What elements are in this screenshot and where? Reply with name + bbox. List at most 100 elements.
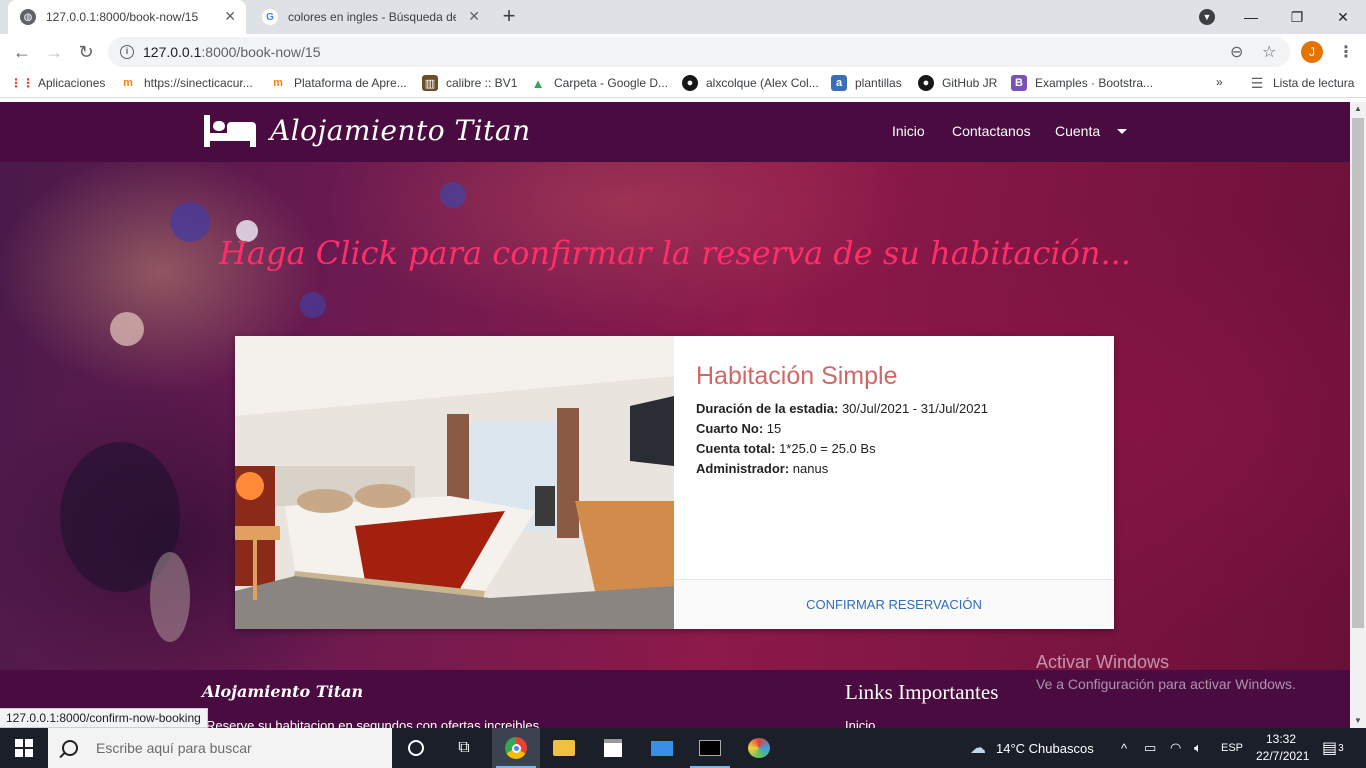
stay-duration-value: 30/Jul/2021 - 31/Jul/2021 bbox=[841, 401, 988, 416]
back-arrow-icon[interactable]: ← bbox=[10, 40, 34, 64]
confirm-reservation-button[interactable]: CONFIRMAR RESERVACIÓN bbox=[674, 579, 1114, 629]
store-icon[interactable] bbox=[589, 728, 637, 768]
tab-title: 127.0.0.1:8000/book-now/15 bbox=[46, 10, 199, 24]
reload-icon[interactable]: ↻ bbox=[74, 40, 98, 64]
bookmark-label: Carpeta - Google D... bbox=[554, 76, 669, 90]
google-drive-icon: ▲ bbox=[531, 75, 545, 91]
volume-icon[interactable]: 🔈︎ bbox=[1194, 728, 1202, 768]
stay-duration-label: Duración de la estadia: bbox=[696, 401, 839, 416]
tab-book-now[interactable]: ◍ 127.0.0.1:8000/book-now/15 ✕ bbox=[8, 0, 246, 34]
bookmark-calibre[interactable]: ▥ calibre :: BV1 bbox=[422, 75, 517, 91]
forward-arrow-icon[interactable]: → bbox=[42, 40, 66, 64]
reading-list[interactable]: ☰ Lista de lectura bbox=[1249, 74, 1355, 91]
brand-name: Alojamiento Titan bbox=[270, 114, 531, 147]
menu-kebab-icon[interactable]: ⋮ bbox=[1338, 42, 1354, 62]
scroll-up-arrow-icon[interactable]: ▲ bbox=[1350, 102, 1366, 116]
show-hidden-icons-chevron-icon[interactable]: ^ bbox=[1121, 728, 1127, 768]
bookmark-label: GitHub JR bbox=[942, 76, 998, 90]
nav-account-dropdown[interactable]: Cuenta bbox=[1055, 123, 1100, 139]
tab-search-icon[interactable]: ▼ bbox=[1184, 0, 1230, 34]
bookmark-plataforma[interactable]: m Plataforma de Apre... bbox=[270, 75, 407, 91]
booking-details: Habitación Simple Duración de la estadia… bbox=[674, 336, 1114, 579]
hero-section: Haga Click para confirmar la reserva de … bbox=[0, 162, 1350, 670]
mail-icon[interactable] bbox=[638, 728, 686, 768]
cortana-icon[interactable] bbox=[392, 728, 440, 768]
tab-google-search[interactable]: G colores en ingles - Búsqueda de Google… bbox=[250, 0, 490, 34]
cloud-rain-icon: ☁ bbox=[970, 740, 986, 757]
room-number-row: Cuarto No: 15 bbox=[696, 419, 1092, 439]
taskbar-search[interactable]: Escribe aquí para buscar bbox=[48, 728, 392, 768]
bookmark-github-jr[interactable]: ● GitHub JR bbox=[918, 75, 997, 91]
bookmark-plantillas[interactable]: a plantillas bbox=[831, 75, 902, 91]
site-brand[interactable]: Alojamiento Titan bbox=[204, 114, 531, 147]
profile-avatar[interactable]: J bbox=[1301, 41, 1323, 63]
tab-title: colores en ingles - Búsqueda de Google bbox=[288, 10, 456, 24]
minimize-icon[interactable]: — bbox=[1228, 0, 1274, 34]
task-view-icon[interactable]: ⧉ bbox=[440, 728, 488, 768]
nav-home-link[interactable]: Inicio bbox=[892, 123, 925, 139]
scroll-down-arrow-icon[interactable]: ▼ bbox=[1350, 714, 1366, 728]
more-bookmarks-chevron-icon[interactable]: » bbox=[1216, 75, 1223, 89]
bookmark-label: Examples · Bootstra... bbox=[1035, 76, 1154, 90]
apps-grid-icon: ⋮⋮ bbox=[10, 76, 34, 90]
notification-count: 3 bbox=[1338, 742, 1344, 754]
room-number-value: 15 bbox=[766, 421, 782, 436]
site-navbar: Alojamiento Titan Inicio Contactanos Cue… bbox=[0, 102, 1350, 162]
page-scrollbar[interactable]: ▲ ▼ bbox=[1350, 102, 1366, 728]
url-text[interactable]: 127.0.0.1:8000/book-now/15 bbox=[143, 44, 320, 60]
activation-watermark-title: Activar Windows bbox=[1036, 652, 1170, 672]
close-window-icon[interactable]: ✕ bbox=[1320, 0, 1366, 34]
background-decoration bbox=[150, 552, 190, 642]
zoom-icon[interactable]: ⊖ bbox=[1230, 42, 1243, 62]
site-info-icon[interactable]: i bbox=[120, 45, 134, 59]
footer-tagline: Reserve su habitacion en segundos con of… bbox=[206, 718, 540, 728]
new-tab-plus-icon[interactable]: + bbox=[498, 5, 520, 27]
paint-icon[interactable] bbox=[735, 728, 783, 768]
star-bookmark-icon[interactable]: ☆ bbox=[1262, 42, 1276, 62]
input-language[interactable]: ESP bbox=[1221, 728, 1243, 768]
background-decoration bbox=[300, 292, 326, 318]
footer-brand: Alojamiento Titan bbox=[202, 682, 364, 701]
footer-link-home[interactable]: Inicio bbox=[845, 718, 875, 728]
total-label: Cuenta total: bbox=[696, 441, 776, 456]
bookmarks-bar: ⋮⋮ Aplicaciones m https://sinecticacur..… bbox=[0, 70, 1366, 98]
github-icon: ● bbox=[682, 75, 698, 91]
weather-widget[interactable]: ☁ 14°C Chubascos bbox=[970, 728, 1094, 768]
bootstrap-icon: B bbox=[1011, 75, 1027, 91]
search-placeholder: Escribe aquí para buscar bbox=[96, 740, 252, 756]
reading-list-icon: ☰ bbox=[1250, 74, 1264, 91]
start-button[interactable] bbox=[0, 728, 48, 768]
wifi-icon[interactable]: ◠ bbox=[1170, 728, 1181, 768]
bookmark-drive[interactable]: ▲ Carpeta - Google D... bbox=[530, 75, 669, 91]
browser-toolbar: ← → ↻ i 127.0.0.1:8000/book-now/15 ⊖ ☆ J… bbox=[0, 34, 1366, 70]
address-bar[interactable]: i 127.0.0.1:8000/book-now/15 ⊖ ☆ bbox=[108, 37, 1290, 67]
close-tab-icon[interactable]: ✕ bbox=[468, 8, 480, 25]
background-decoration bbox=[440, 182, 466, 208]
clock-time: 13:32 bbox=[1265, 732, 1297, 746]
chevron-down-icon[interactable] bbox=[1117, 129, 1127, 134]
clock[interactable]: 13:32 22/7/2021 bbox=[1256, 731, 1309, 765]
github-icon: ● bbox=[918, 75, 934, 91]
total-row: Cuenta total: 1*25.0 = 25.0 Bs bbox=[696, 439, 1092, 459]
notification-center[interactable]: ▤ 3 bbox=[1322, 728, 1344, 768]
close-tab-icon[interactable]: ✕ bbox=[224, 8, 236, 25]
chrome-taskbar-icon[interactable] bbox=[492, 728, 540, 768]
bookmark-label: Aplicaciones bbox=[38, 76, 106, 90]
terminal-icon[interactable] bbox=[686, 728, 734, 768]
bookmark-apps[interactable]: ⋮⋮ Aplicaciones bbox=[10, 75, 106, 91]
battery-icon[interactable]: ▭ bbox=[1144, 728, 1156, 768]
bed-icon bbox=[204, 114, 256, 147]
url-host: 127.0.0.1 bbox=[143, 44, 202, 60]
bookmark-alxcolque[interactable]: ● alxcolque (Alex Col... bbox=[682, 75, 819, 91]
web-page: Alojamiento Titan Inicio Contactanos Cue… bbox=[0, 102, 1350, 728]
restore-icon[interactable]: ❐ bbox=[1274, 0, 1320, 34]
background-decoration bbox=[110, 312, 144, 346]
nav-contact-link[interactable]: Contactanos bbox=[952, 123, 1031, 139]
windows-taskbar: Escribe aquí para buscar ⧉ ☁ 14°C Chubas… bbox=[0, 728, 1366, 768]
bookmark-bootstrap[interactable]: B Examples · Bootstra... bbox=[1011, 75, 1153, 91]
bookmark-sinectica[interactable]: m https://sinecticacur... bbox=[120, 75, 253, 91]
file-explorer-icon[interactable] bbox=[540, 728, 588, 768]
bookmark-label: calibre :: BV1 bbox=[446, 76, 518, 90]
scrollbar-thumb[interactable] bbox=[1352, 118, 1364, 628]
globe-icon: ◍ bbox=[20, 9, 36, 25]
